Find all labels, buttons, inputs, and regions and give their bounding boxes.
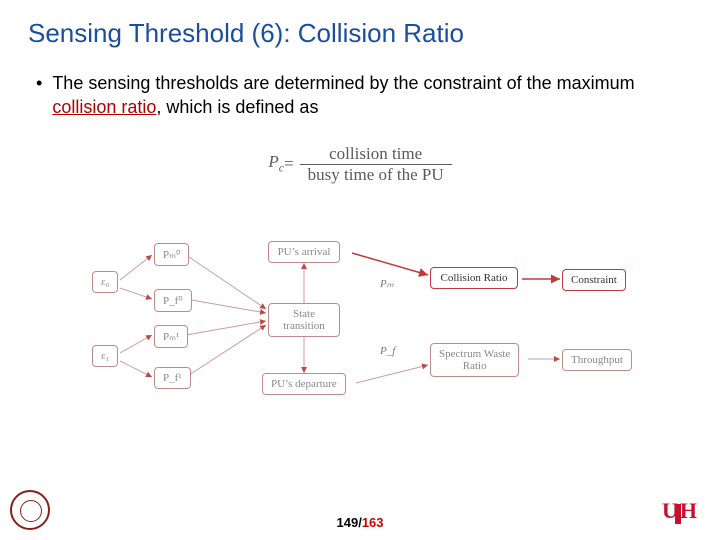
university-seal-icon bbox=[10, 490, 54, 534]
node-pf1: P_f¹ bbox=[154, 367, 191, 389]
eq-lhs: Pc bbox=[268, 152, 284, 175]
page-current: 149 bbox=[336, 515, 358, 530]
node-pu-departure: PU’s departure bbox=[262, 373, 346, 395]
page-total: 163 bbox=[362, 515, 384, 530]
eq-numerator: collision time bbox=[321, 144, 430, 164]
bullet-prefix: The sensing thresholds are determined by… bbox=[52, 73, 634, 93]
edge-label-pf: P_f bbox=[380, 345, 395, 357]
bullet-item: • The sensing thresholds are determined … bbox=[36, 71, 692, 120]
node-eps1: ε₁ bbox=[92, 345, 118, 367]
bullet-suffix: , which is defined as bbox=[156, 97, 318, 117]
bullet-text: The sensing thresholds are determined by… bbox=[52, 71, 692, 120]
node-pf0: P_f⁰ bbox=[154, 289, 192, 312]
collision-ratio-term: collision ratio bbox=[52, 97, 156, 117]
node-eps0: ε₀ bbox=[92, 271, 118, 293]
node-pu-arrival: PU’s arrival bbox=[268, 241, 340, 263]
node-spectrum-waste-ratio: Spectrum Waste Ratio bbox=[430, 343, 519, 377]
node-throughput: Throughput bbox=[562, 349, 632, 371]
eq-equals: = bbox=[284, 154, 294, 174]
edge-label-pm: Pₘ bbox=[380, 277, 394, 290]
node-pm0: Pₘ⁰ bbox=[154, 243, 189, 266]
node-constraint: Constraint bbox=[562, 269, 626, 291]
node-pm1: Pₘ¹ bbox=[154, 325, 188, 348]
bullet-dot: • bbox=[36, 71, 42, 120]
page-footer: 149/163 bbox=[0, 515, 720, 530]
eq-denominator: busy time of the PU bbox=[300, 165, 452, 185]
flow-diagram: ε₀ ε₁ Pₘ⁰ P_f⁰ Pₘ¹ P_f¹ PU’s arrival Sta… bbox=[90, 225, 630, 405]
node-collision-ratio: Collision Ratio bbox=[430, 267, 518, 289]
slide-title: Sensing Threshold (6): Collision Ratio bbox=[28, 18, 692, 49]
node-state-transition: State transition bbox=[268, 303, 340, 337]
uh-logo-icon: UH bbox=[662, 498, 710, 534]
eq-fraction: collision time busy time of the PU bbox=[300, 144, 452, 185]
equation: Pc = collision time busy time of the PU bbox=[28, 144, 692, 185]
